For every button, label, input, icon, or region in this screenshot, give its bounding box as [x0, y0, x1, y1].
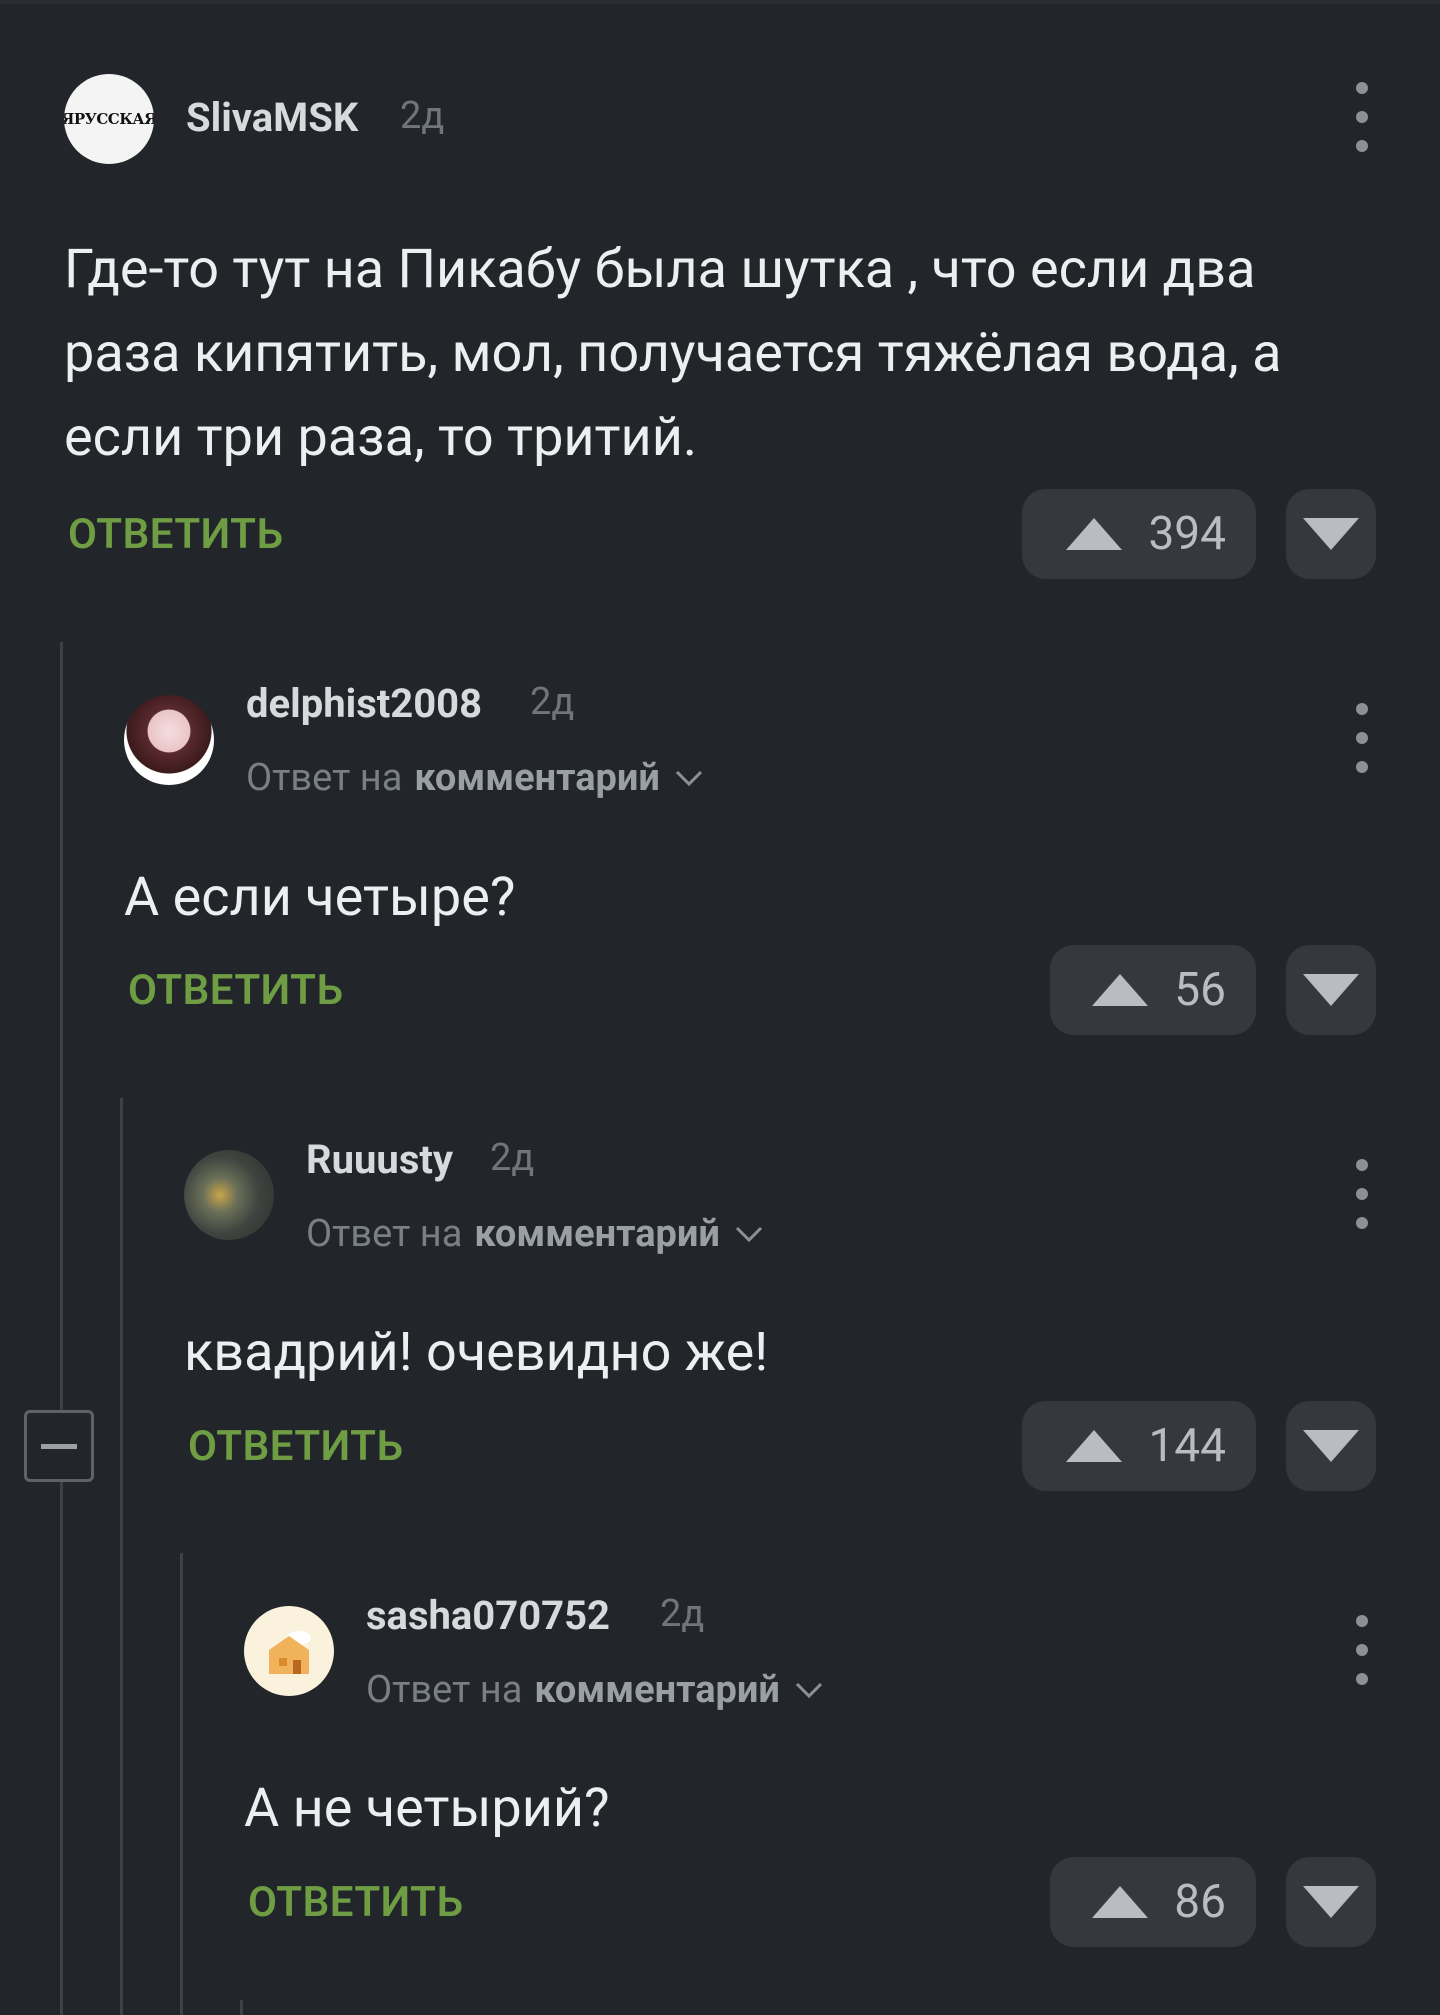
triangle-up-icon — [1066, 518, 1123, 550]
username[interactable]: delphist2008 — [246, 680, 482, 727]
timestamp: 2д — [400, 94, 445, 138]
vote-count: 144 — [1148, 1419, 1226, 1473]
reply-to-target: комментарий — [414, 756, 660, 800]
reply-to-prefix: Ответ на — [366, 1668, 523, 1712]
thread-line-level-3[interactable] — [180, 1553, 183, 2015]
downvote-button[interactable] — [1286, 1401, 1376, 1491]
avatar[interactable] — [184, 1150, 274, 1240]
username[interactable]: Ruuusty — [306, 1136, 453, 1183]
timestamp: 2д — [530, 680, 575, 724]
avatar[interactable] — [124, 695, 214, 785]
reply-to-line[interactable]: Ответ на комментарий — [366, 1668, 824, 1712]
thread-line-level-1[interactable] — [60, 642, 63, 2015]
username[interactable]: SlivaMSK — [186, 94, 358, 141]
top-divider — [0, 0, 1440, 4]
reply-button[interactable]: ОТВЕТИТЬ — [128, 966, 343, 1015]
upvote-button[interactable]: 56 — [1050, 945, 1256, 1035]
thread-line-level-4[interactable] — [240, 2000, 243, 2015]
triangle-down-icon — [1303, 518, 1359, 550]
more-vertical-icon[interactable] — [1342, 82, 1382, 152]
avatar[interactable]: ЯРУССКАЯ — [64, 74, 154, 164]
minus-icon — [41, 1443, 77, 1449]
upvote-button[interactable]: 394 — [1022, 489, 1256, 579]
thread-line-level-2[interactable] — [120, 1098, 123, 2015]
comment-text: А если четыре? — [124, 866, 516, 929]
chevron-down-icon — [734, 1225, 764, 1243]
reply-to-line[interactable]: Ответ на комментарий — [246, 756, 704, 800]
upvote-button[interactable]: 144 — [1022, 1401, 1256, 1491]
reply-button[interactable]: ОТВЕТИТЬ — [188, 1422, 403, 1471]
triangle-up-icon — [1092, 1886, 1149, 1918]
reply-to-prefix: Ответ на — [246, 756, 403, 800]
triangle-up-icon — [1092, 974, 1149, 1006]
triangle-down-icon — [1303, 1886, 1359, 1918]
reply-to-target: комментарий — [534, 1668, 780, 1712]
avatar-logo-text: ЯРУССКАЯ — [64, 110, 154, 128]
comment-text: Где-то тут на Пикабу была шутка , что ес… — [64, 238, 1282, 469]
more-vertical-icon[interactable] — [1342, 1615, 1382, 1685]
more-vertical-icon[interactable] — [1342, 703, 1382, 773]
reply-button[interactable]: ОТВЕТИТЬ — [68, 510, 283, 559]
upvote-button[interactable]: 86 — [1050, 1857, 1256, 1947]
avatar-house-image — [261, 1630, 317, 1678]
timestamp: 2д — [660, 1592, 705, 1636]
vote-count: 56 — [1174, 963, 1226, 1017]
chevron-down-icon — [794, 1681, 824, 1699]
reply-to-target: комментарий — [474, 1212, 720, 1256]
vote-count: 86 — [1174, 1875, 1226, 1929]
reply-to-prefix: Ответ на — [306, 1212, 463, 1256]
triangle-up-icon — [1066, 1430, 1123, 1462]
chevron-down-icon — [674, 769, 704, 787]
downvote-button[interactable] — [1286, 945, 1376, 1035]
username[interactable]: sasha070752 — [366, 1592, 610, 1639]
avatar[interactable] — [244, 1606, 334, 1696]
more-vertical-icon[interactable] — [1342, 1159, 1382, 1229]
comment-text: А не четырий? — [244, 1777, 610, 1840]
downvote-button[interactable] — [1286, 489, 1376, 579]
vote-count: 394 — [1148, 507, 1226, 561]
collapse-thread-button[interactable] — [24, 1410, 94, 1482]
downvote-button[interactable] — [1286, 1857, 1376, 1947]
reply-button[interactable]: ОТВЕТИТЬ — [248, 1878, 463, 1927]
comment-text: квадрий! очевидно же! — [184, 1321, 769, 1384]
reply-to-line[interactable]: Ответ на комментарий — [306, 1212, 764, 1256]
triangle-down-icon — [1303, 974, 1359, 1006]
triangle-down-icon — [1303, 1430, 1359, 1462]
timestamp: 2д — [490, 1136, 535, 1180]
